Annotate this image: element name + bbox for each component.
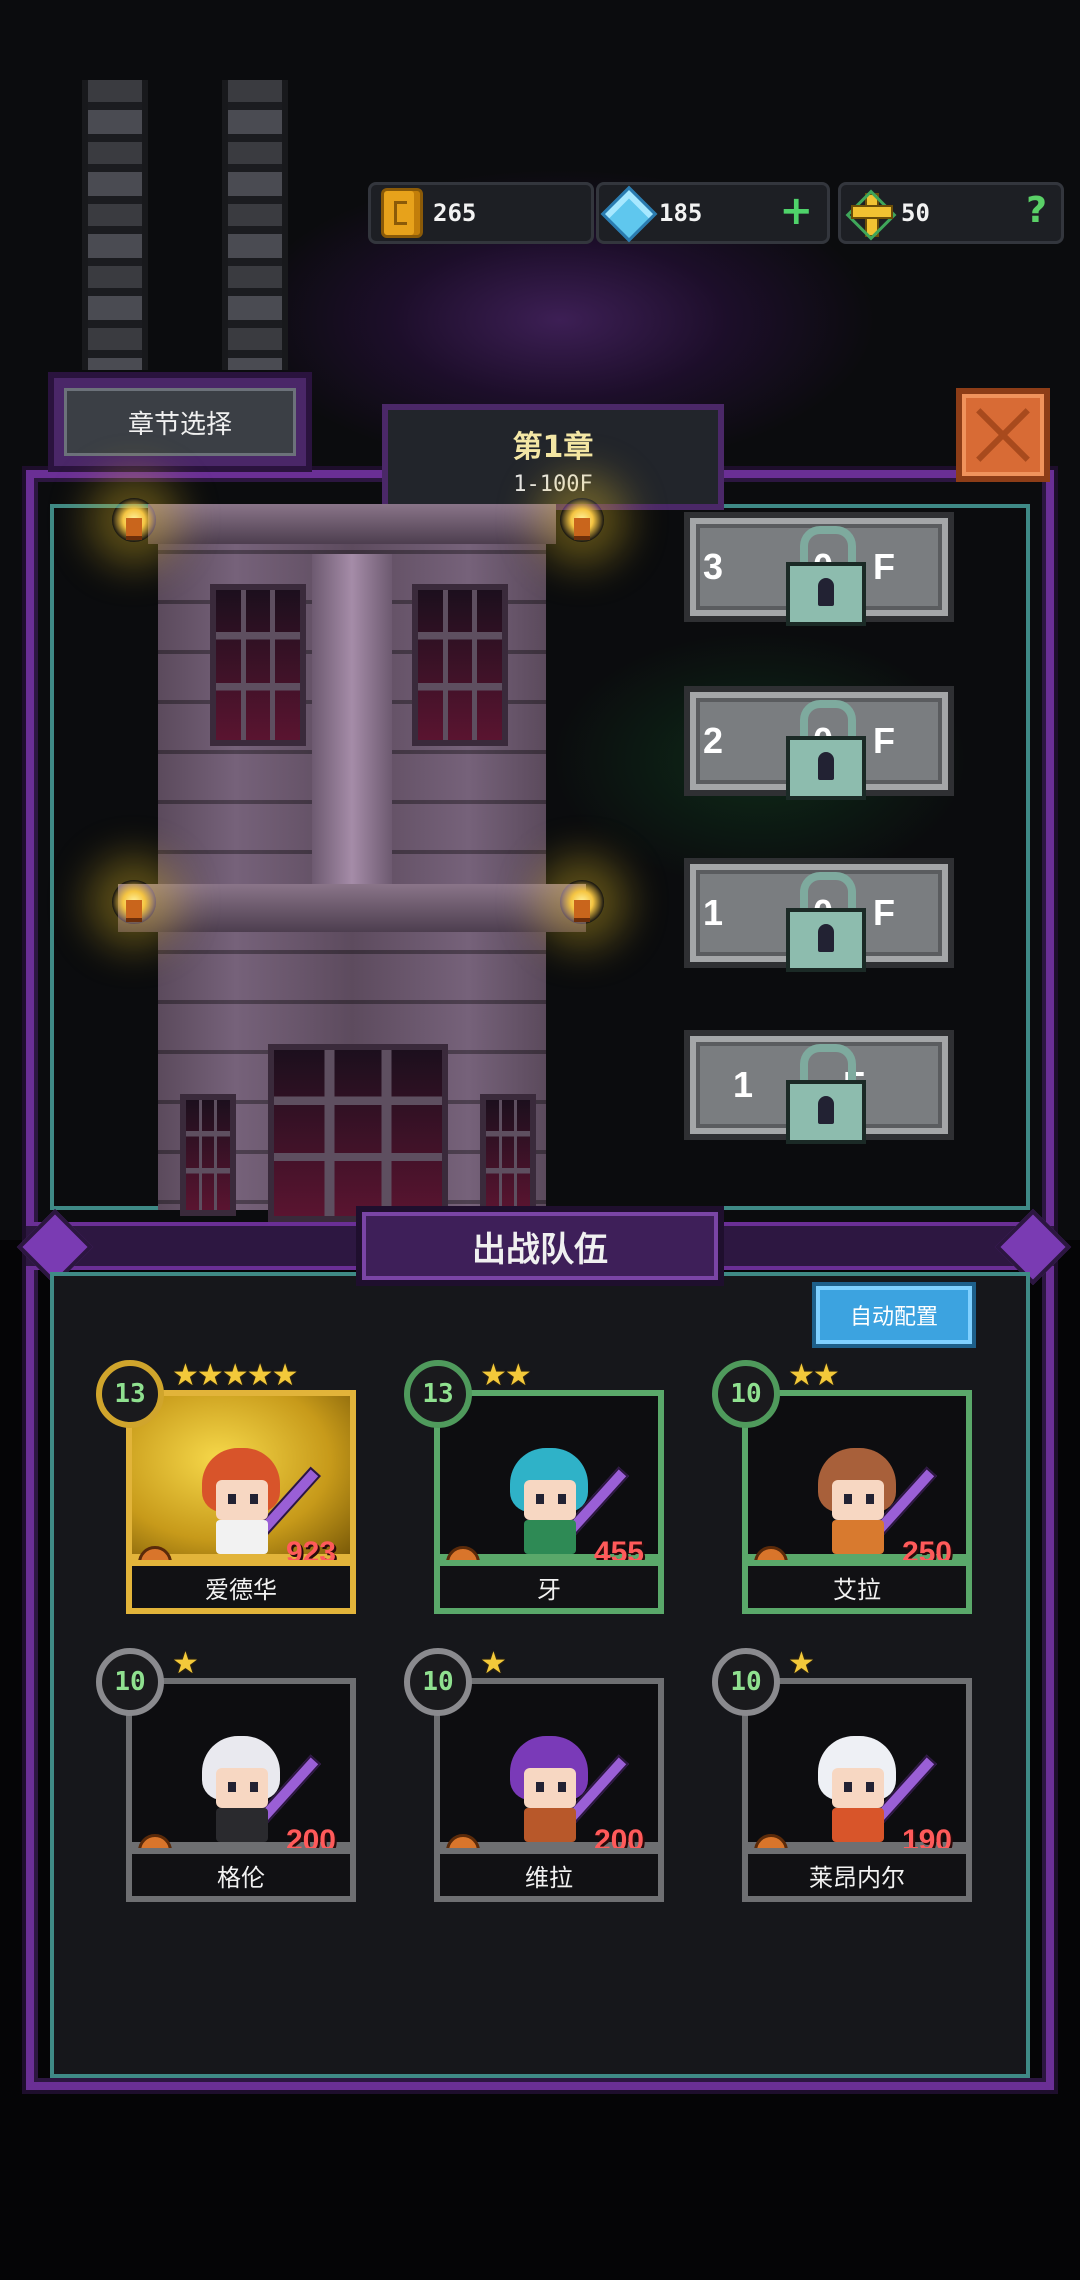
close-button[interactable]: [956, 388, 1050, 482]
torch-icon: [112, 880, 156, 924]
hero-card[interactable]: 200 维拉 10 ★: [404, 1646, 664, 1902]
hero-stars: ★★: [480, 1358, 532, 1393]
tower-top-ledge: [148, 504, 556, 544]
hero-level-badge: 10: [712, 1648, 780, 1716]
hero-stars: ★: [788, 1646, 815, 1681]
lock-icon: [786, 872, 866, 972]
floor-button-locked[interactable]: 2 0F: [684, 686, 954, 800]
lock-icon: [786, 526, 866, 626]
torch-icon: [112, 498, 156, 542]
hero-name: 牙: [434, 1560, 664, 1614]
gem-counter: 185 +: [596, 182, 830, 244]
floor-button-locked[interactable]: 3 0F: [684, 512, 954, 626]
hero-stars: ★★★★★: [172, 1358, 298, 1393]
cross-key-icon: [845, 189, 897, 241]
hero-portrait: 200: [126, 1678, 356, 1868]
tower-pillar: [312, 554, 392, 884]
hero-card[interactable]: 455 牙 13 ★★: [404, 1358, 664, 1614]
chapter-title: 第1章: [512, 430, 594, 465]
torch-icon: [560, 498, 604, 542]
chapter-select-button[interactable]: 章节选择: [48, 372, 312, 472]
hero-name: 爱德华: [126, 1560, 356, 1614]
hero-name: 维拉: [434, 1848, 664, 1902]
hero-portrait: 250: [742, 1390, 972, 1580]
tower-window-right: [412, 584, 508, 746]
torch-icon: [560, 880, 604, 924]
hero-portrait: 190: [742, 1678, 972, 1868]
gold-value: 265: [433, 199, 477, 227]
tower-gate: [268, 1044, 448, 1222]
lock-icon: [786, 1044, 866, 1144]
hero-stars: ★: [480, 1646, 507, 1681]
hero-card[interactable]: 250 艾拉 10 ★★: [712, 1358, 972, 1614]
hero-level-badge: 10: [404, 1648, 472, 1716]
hero-card[interactable]: 190 莱昂内尔 10 ★: [712, 1646, 972, 1902]
hero-portrait: 923: [126, 1390, 356, 1580]
hero-portrait: 200: [434, 1678, 664, 1868]
tower-illustration: [118, 504, 586, 1222]
hero-card[interactable]: 200 格伦 10 ★: [96, 1646, 356, 1902]
tower-ledge: [118, 884, 586, 932]
right-chain-decoration: [222, 80, 288, 370]
floor-button-locked[interactable]: 1 0F: [684, 858, 954, 972]
hero-level-badge: 10: [712, 1360, 780, 1428]
add-gems-button[interactable]: +: [779, 189, 813, 233]
gold-coin-icon: [381, 188, 423, 238]
gold-counter: 265: [368, 182, 594, 244]
hero-card[interactable]: 923 爱德华 13 ★★★★★: [96, 1358, 356, 1614]
hero-level-badge: 10: [96, 1648, 164, 1716]
left-chain-decoration: [82, 80, 148, 370]
chapter-select-label: 章节选择: [64, 388, 296, 456]
gem-value: 185: [659, 199, 703, 227]
hero-level-badge: 13: [96, 1360, 164, 1428]
tower-gate-side-right: [480, 1094, 536, 1216]
hero-stars: ★★: [788, 1358, 840, 1393]
floor-button-locked[interactable]: 1 F: [684, 1030, 954, 1144]
team-title: 出战队伍: [356, 1206, 724, 1286]
hero-level-badge: 13: [404, 1360, 472, 1428]
chapter-floor-range: 1-100F: [513, 472, 593, 497]
auto-configure-button[interactable]: 自动配置: [812, 1282, 976, 1348]
tower-gate-side-left: [180, 1094, 236, 1216]
key-counter: 50 ?: [838, 182, 1064, 244]
hero-stars: ★: [172, 1646, 199, 1681]
hero-name: 格伦: [126, 1848, 356, 1902]
hero-name: 艾拉: [742, 1560, 972, 1614]
hero-portrait: 455: [434, 1390, 664, 1580]
key-value: 50: [901, 199, 930, 227]
blue-gem-icon: [600, 185, 658, 243]
tower-window-left: [210, 584, 306, 746]
hero-name: 莱昂内尔: [742, 1848, 972, 1902]
help-button[interactable]: ?: [1026, 191, 1047, 231]
chapter-title-panel: 第1章 1-100F: [382, 404, 724, 510]
lock-icon: [786, 700, 866, 800]
